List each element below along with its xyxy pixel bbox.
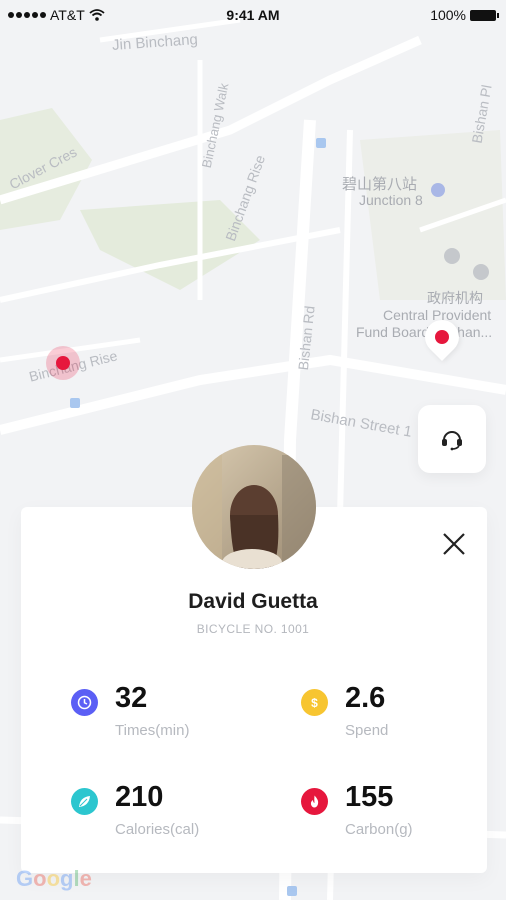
- google-logo: Google: [16, 866, 92, 891]
- stat-carbon-label: Carbon(g): [345, 821, 413, 838]
- stat-spend: $ 2.6 Spend: [301, 682, 481, 752]
- flame-icon: [301, 788, 328, 815]
- stat-times: 32 Times(min): [71, 682, 251, 752]
- avatar: [192, 445, 316, 569]
- stat-calories: 210 Calories(cal): [71, 781, 251, 851]
- svg-text:$: $: [311, 696, 318, 710]
- customer-support-button[interactable]: [418, 405, 486, 473]
- stat-spend-value: 2.6: [345, 682, 386, 714]
- close-button[interactable]: [438, 528, 470, 560]
- leaf-icon: [71, 788, 98, 815]
- battery-icon: [470, 9, 499, 21]
- stat-carbon: 155 Carbon(g): [301, 781, 481, 851]
- stat-calories-value: 210: [115, 781, 164, 813]
- map-label-junction8-cn: 碧山第八站: [342, 176, 418, 193]
- bike-location-marker[interactable]: [46, 346, 80, 380]
- stat-times-value: 32: [115, 682, 148, 714]
- dollar-icon: $: [301, 689, 328, 716]
- bicycle-number: BICYCLE NO. 1001: [196, 622, 310, 636]
- battery-percentage: 100%: [430, 7, 466, 23]
- stat-spend-label: Spend: [345, 722, 389, 739]
- rider-name: David Guetta: [188, 590, 318, 613]
- headset-icon: [442, 431, 462, 451]
- map-label-junction8: Junction 8: [359, 192, 423, 208]
- stat-calories-label: Calories(cal): [115, 821, 200, 838]
- map-label-gov-cn: 政府机构: [427, 290, 483, 306]
- stat-carbon-value: 155: [345, 781, 394, 813]
- stat-times-label: Times(min): [115, 722, 190, 739]
- close-icon: [443, 533, 465, 555]
- clock-icon: [71, 689, 98, 716]
- status-bar: AT&T 9:41 AM 100%: [0, 0, 506, 32]
